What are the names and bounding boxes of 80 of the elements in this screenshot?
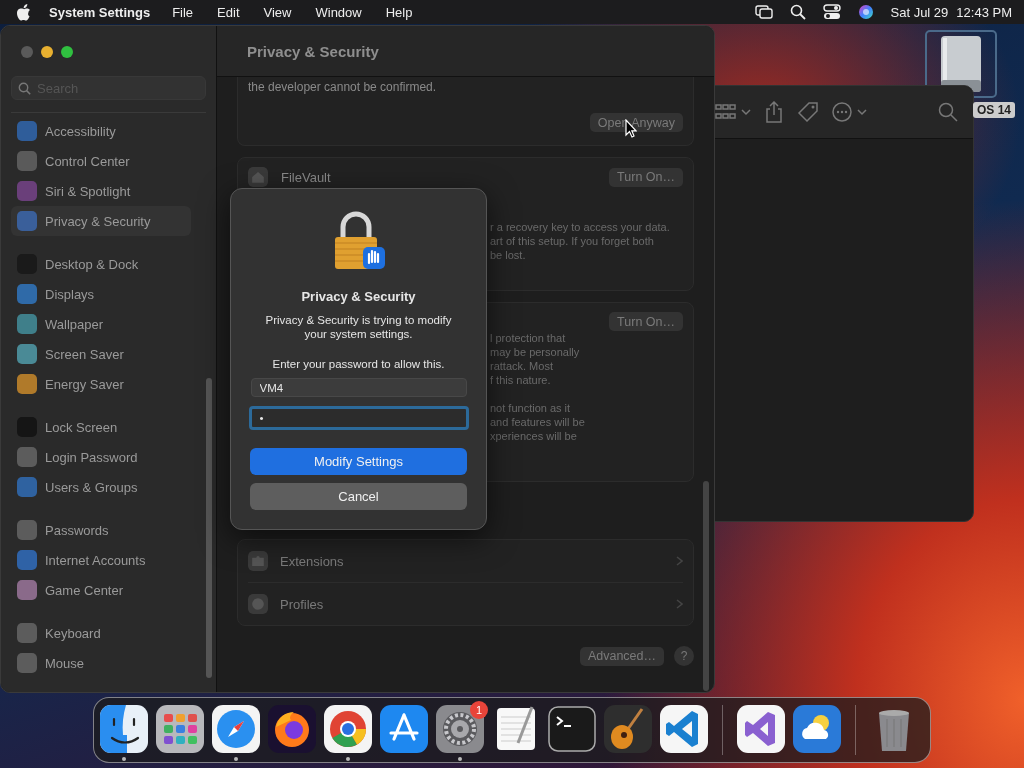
- sidebar-item[interactable]: Users & Groups: [11, 472, 206, 502]
- advanced-button[interactable]: Advanced…: [579, 646, 664, 666]
- sidebar-item[interactable]: Energy Saver: [11, 369, 206, 399]
- description-text: may be personally: [490, 345, 581, 359]
- menu-item[interactable]: Help: [385, 4, 413, 20]
- username-field[interactable]: VM4: [250, 378, 467, 397]
- disk-label[interactable]: OS 14: [973, 102, 1016, 118]
- cancel-button[interactable]: Cancel: [250, 483, 467, 510]
- sidebar-item[interactable]: Lock Screen: [11, 412, 206, 442]
- infinity-ribbon-icon[interactable]: [737, 705, 785, 753]
- menu-item[interactable]: Edit: [217, 4, 240, 20]
- dialog-title: Privacy & Security: [301, 289, 416, 304]
- modify-settings-button[interactable]: Modify Settings: [250, 448, 467, 475]
- ribbon-icon[interactable]: [660, 705, 708, 753]
- flame-globe-icon[interactable]: [268, 705, 316, 753]
- menu-item[interactable]: Window: [315, 4, 362, 20]
- description-text: art of this setup. If you forget both: [490, 234, 655, 248]
- list-row[interactable]: Extensions: [248, 540, 683, 582]
- chevron-down-icon[interactable]: [857, 108, 867, 116]
- help-button[interactable]: ?: [674, 646, 694, 666]
- sidebar-item[interactable]: Wallpaper: [11, 309, 206, 339]
- a-shape-icon[interactable]: [380, 705, 428, 753]
- description-text: rattack. Most: [490, 359, 554, 373]
- list-row[interactable]: Profiles: [248, 582, 683, 625]
- sidebar-item[interactable]: Login Password: [11, 442, 206, 472]
- menu-item[interactable]: View: [263, 4, 292, 20]
- list-label: Profiles: [280, 596, 325, 612]
- dialog-message: Privacy & Security is trying to modify your system settings.: [264, 313, 453, 341]
- more-options-icon[interactable]: [831, 101, 853, 123]
- zoom-button[interactable]: [61, 46, 73, 58]
- sidebar-item[interactable]: Desktop & Dock: [11, 249, 206, 279]
- minimize-button[interactable]: [41, 46, 53, 58]
- badge-check-icon: [248, 594, 268, 614]
- sidebar-item[interactable]: Control Center: [11, 146, 206, 176]
- password-field[interactable]: •: [248, 406, 469, 430]
- search-icon[interactable]: [788, 4, 807, 20]
- description-text: and features will be: [490, 415, 586, 429]
- apple-logo-icon[interactable]: [16, 3, 31, 21]
- menu-item[interactable]: File: [172, 4, 194, 20]
- menu-bar-clock[interactable]: 12:43 PM: [956, 4, 1012, 20]
- terminal-icon[interactable]: [548, 705, 596, 753]
- sidebar-item[interactable]: Mouse: [11, 648, 206, 678]
- dialog-prompt: Enter your password to allow this.: [272, 358, 445, 370]
- scrollbar-thumb[interactable]: [206, 378, 212, 678]
- app-menu[interactable]: System Settings: [49, 4, 151, 20]
- siri-orb-icon[interactable]: [856, 4, 875, 20]
- tag-icon[interactable]: [797, 101, 819, 123]
- compass-icon[interactable]: [212, 705, 260, 753]
- description-text: not function as it: [490, 401, 572, 415]
- description-text: the developer cannot be confirmed.: [248, 80, 438, 94]
- chevron-right-icon: [676, 599, 683, 609]
- turn-on-button[interactable]: Turn On…: [609, 312, 683, 331]
- notification-badge: 1: [470, 701, 488, 719]
- cloud-sun-icon[interactable]: [793, 705, 841, 753]
- scrollbar-thumb[interactable]: [703, 481, 709, 691]
- sidebar-item[interactable]: Passwords: [11, 515, 206, 545]
- sidebar-item[interactable]: Privacy & Security: [11, 206, 191, 236]
- sidebar-item[interactable]: Game Center: [11, 575, 206, 605]
- finder-face-icon[interactable]: [100, 705, 148, 753]
- turn-on-button[interactable]: Turn On…: [609, 167, 683, 187]
- menu-bar-date[interactable]: Sat Jul 29: [890, 4, 949, 20]
- app-grid-icon[interactable]: [156, 705, 204, 753]
- page-title: Privacy & Security: [247, 42, 379, 60]
- chevron-right-icon: [676, 556, 683, 566]
- chevron-down-icon[interactable]: [741, 108, 751, 116]
- list-label: Extensions: [280, 553, 345, 569]
- control-center-icon[interactable]: [822, 4, 841, 20]
- puzzle-piece-icon: [248, 551, 268, 571]
- description-text: xperiences will be: [490, 429, 578, 443]
- sidebar-item[interactable]: Accessibility: [11, 116, 206, 146]
- sidebar-item[interactable]: Keyboard: [11, 618, 206, 648]
- guitar-icon[interactable]: [604, 705, 652, 753]
- sidebar-item[interactable]: Internet Accounts: [11, 545, 206, 575]
- sidebar-item[interactable]: Siri & Spotlight: [11, 176, 206, 206]
- screen-mirroring-icon[interactable]: [754, 4, 773, 20]
- sidebar-item[interactable]: Displays: [11, 279, 206, 309]
- section-title: FileVault: [281, 169, 332, 185]
- share-icon[interactable]: [763, 101, 785, 123]
- sidebar-item[interactable]: Screen Saver: [11, 339, 206, 369]
- gear-icon[interactable]: [436, 705, 484, 753]
